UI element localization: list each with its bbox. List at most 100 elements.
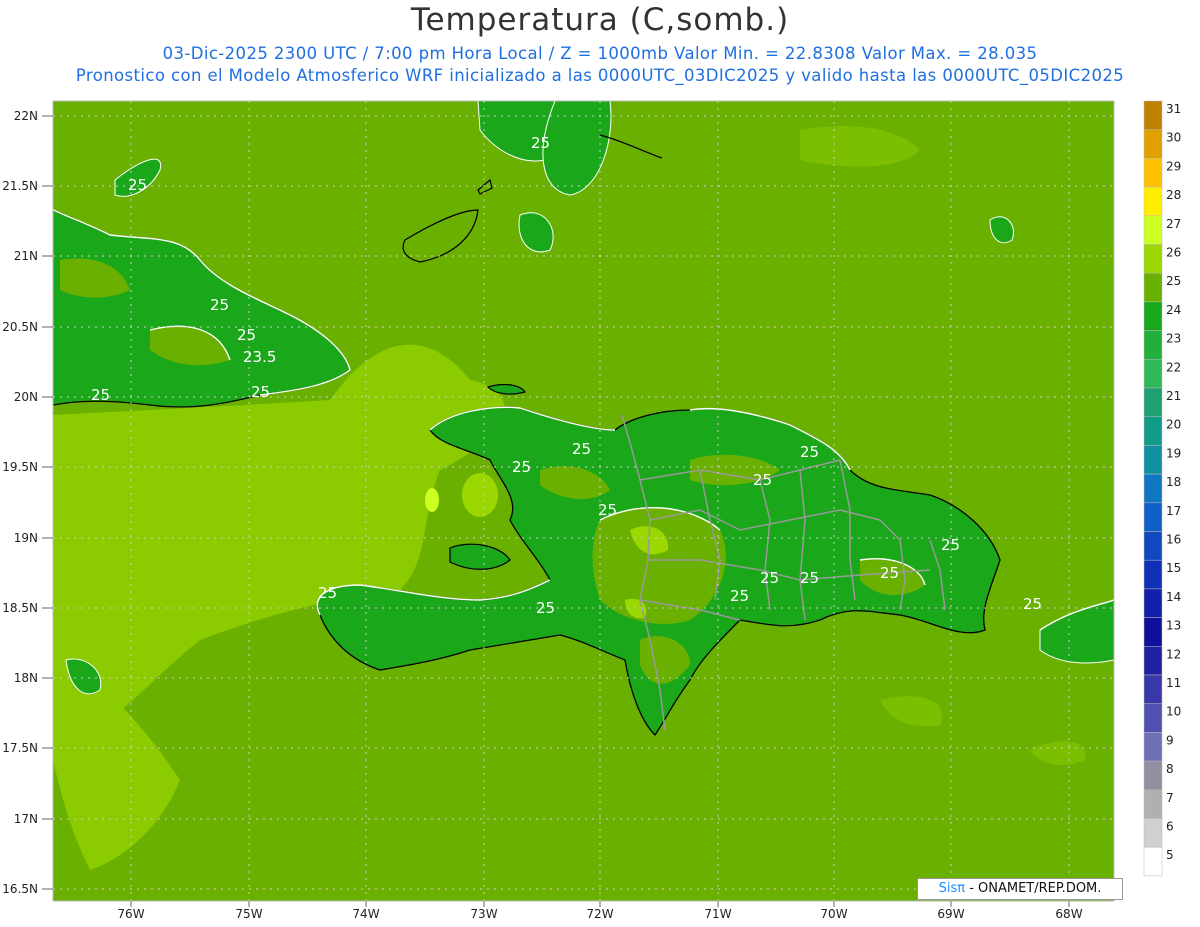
- contour-label: 25: [210, 296, 229, 314]
- colorbar-swatch: [1143, 588, 1163, 618]
- colorbar-swatch: [1143, 846, 1163, 877]
- colorbar-swatch: [1143, 818, 1163, 848]
- colorbar-label: 10: [1166, 705, 1181, 719]
- colorbar-swatch: [1143, 703, 1163, 733]
- colorbar-label: 5: [1166, 848, 1174, 862]
- temperature-map: 25 25 25 25 23.5 25 25 25 25 25 25 25 25…: [2, 100, 1181, 921]
- colorbar-swatch: [1143, 359, 1163, 389]
- colorbar-label: 26: [1166, 246, 1181, 260]
- contour-label: 25: [800, 569, 819, 587]
- colorbar-label: 8: [1166, 762, 1174, 776]
- colorbar-label: 18: [1166, 475, 1181, 489]
- lat-ticks: [42, 115, 53, 890]
- contour-label: 25: [941, 536, 960, 554]
- contour-label: 25: [760, 569, 779, 587]
- contour-label: 25: [800, 443, 819, 461]
- lat-label: 20N: [14, 390, 38, 404]
- colorbar-label: 31: [1166, 102, 1181, 116]
- colorbar-swatch: [1143, 617, 1163, 647]
- colorbar-swatch: [1143, 646, 1163, 676]
- colorbar-swatch: [1143, 416, 1163, 446]
- colorbar-label: 20: [1166, 418, 1181, 432]
- contour-label: 23.5: [243, 348, 276, 366]
- lat-label: 19.5N: [2, 460, 38, 474]
- colorbar-label: 12: [1166, 647, 1181, 661]
- lon-label: 76W: [117, 907, 144, 921]
- colorbar-label: 7: [1166, 791, 1174, 805]
- colorbar-label: 13: [1166, 619, 1181, 633]
- contour-label: 25: [531, 134, 550, 152]
- colorbar-label: 21: [1166, 389, 1181, 403]
- colorbar-label: 19: [1166, 446, 1181, 460]
- colorbar-label: 14: [1166, 590, 1181, 604]
- colorbar-swatch: [1143, 387, 1163, 417]
- colorbar-swatch: [1143, 531, 1163, 561]
- colorbar-label: 24: [1166, 303, 1181, 317]
- colorbar-label: 28: [1166, 188, 1181, 202]
- lon-label: 70W: [820, 907, 847, 921]
- colorbar-label: 23: [1166, 332, 1181, 346]
- colorbar-label: 16: [1166, 533, 1181, 547]
- colorbar-swatch: [1143, 100, 1163, 130]
- colorbar-swatch: [1143, 215, 1163, 245]
- colorbar-label: 22: [1166, 360, 1181, 374]
- colorbar-swatch: [1143, 244, 1163, 274]
- contour-label: 25: [572, 440, 591, 458]
- lon-label: 74W: [352, 907, 379, 921]
- lon-label: 72W: [586, 907, 613, 921]
- colorbar-swatch: [1143, 559, 1163, 590]
- contour-label: 25: [1023, 595, 1042, 613]
- contour-label: 25: [753, 471, 772, 489]
- lat-label: 17N: [14, 812, 38, 826]
- colorbar-swatch: [1143, 186, 1163, 217]
- lon-label: 75W: [235, 907, 262, 921]
- lat-axis: 22N 21.5N 21N 20.5N 20N 19.5N 19N 18.5N …: [2, 109, 38, 896]
- colorbar-swatch: [1143, 760, 1163, 791]
- colorbar-swatch: [1143, 502, 1163, 532]
- colorbar-label: 30: [1166, 131, 1181, 145]
- contour-label: 25: [598, 501, 617, 519]
- colorbar-label: 9: [1166, 733, 1174, 747]
- contour-label: 25: [128, 176, 147, 194]
- contour-label: 25: [251, 383, 270, 401]
- colorbar-label: 27: [1166, 217, 1181, 231]
- contour-label: 25: [512, 458, 531, 476]
- contour-label: 25: [91, 386, 110, 404]
- colorbar-label: 6: [1166, 820, 1174, 834]
- colorbar-swatch: [1143, 674, 1163, 704]
- credit-box: Sisπ - ONAMET/REP.DOM.: [917, 878, 1123, 900]
- colorbar-label: 29: [1166, 159, 1181, 173]
- warm-blob-1: [462, 473, 498, 517]
- colorbar: 31 30 29 28 27 26 25 24 23 22 21 20 19 18 17 16 15 14 13 12…: [1143, 100, 1181, 877]
- lat-label: 21.5N: [2, 179, 38, 193]
- lon-label: 68W: [1055, 907, 1082, 921]
- colorbar-swatch: [1143, 158, 1163, 188]
- lon-label: 73W: [470, 907, 497, 921]
- contour-label: 25: [318, 584, 337, 602]
- lon-ticks: [130, 901, 1070, 907]
- lon-label: 69W: [937, 907, 964, 921]
- colorbar-swatch: [1143, 789, 1163, 819]
- lon-axis: 76W 75W 74W 73W 72W 71W 70W 69W 68W: [117, 907, 1082, 921]
- contour-label: 25: [880, 564, 899, 582]
- colorbar-swatch: [1143, 301, 1163, 331]
- colorbar-label: 11: [1166, 676, 1181, 690]
- lat-label: 20.5N: [2, 320, 38, 334]
- colorbar-swatch: [1143, 473, 1163, 504]
- colorbar-label: 17: [1166, 504, 1181, 518]
- colorbar-label: 15: [1166, 561, 1181, 575]
- lat-label: 18N: [14, 671, 38, 685]
- lat-label: 17.5N: [2, 741, 38, 755]
- lat-label: 18.5N: [2, 601, 38, 615]
- lat-label: 16.5N: [2, 882, 38, 896]
- sispi-logo: Sisπ: [938, 881, 966, 896]
- lat-label: 19N: [14, 531, 38, 545]
- colorbar-swatch: [1143, 129, 1163, 159]
- warm-blob-2: [425, 488, 439, 512]
- lon-label: 71W: [704, 907, 731, 921]
- lat-label: 22N: [14, 109, 38, 123]
- colorbar-swatch: [1143, 330, 1163, 360]
- colorbar-label: 25: [1166, 274, 1181, 288]
- colorbar-swatch: [1143, 272, 1163, 303]
- colorbar-swatch: [1143, 732, 1163, 762]
